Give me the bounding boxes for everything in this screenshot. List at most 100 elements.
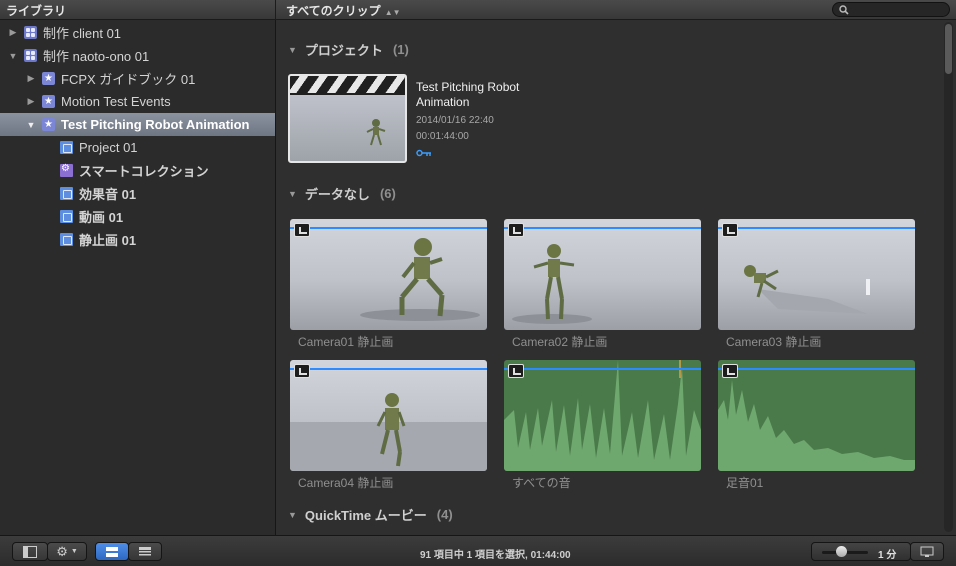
- sidebar-item-label: Motion Test Events: [61, 94, 171, 109]
- clip-type-icon: [722, 364, 738, 378]
- chevron-down-icon: ▼: [70, 548, 78, 555]
- disclosure-triangle-icon[interactable]: ▶: [26, 96, 36, 107]
- sidebar-item-label: 静止画 01: [79, 233, 137, 248]
- clip-type-icon: [508, 364, 524, 378]
- scrollbar-thumb[interactable]: [945, 24, 952, 74]
- keyword-collection-icon: [60, 233, 73, 246]
- clip-label: Camera04 静止画: [298, 476, 394, 490]
- sidebar-item-event-motion-test[interactable]: ▶ ★ Motion Test Events: [0, 90, 275, 113]
- event-star-icon: ★: [42, 118, 55, 131]
- clip-label: 足音01: [726, 476, 764, 490]
- bottom-bar: ⚙ ▼ 91 項目中 1 項目を選択, 01:44:00 1 分: [0, 535, 956, 566]
- popup-arrows-icon: ▲▼: [384, 8, 401, 17]
- list-view-button[interactable]: [128, 542, 162, 561]
- project-duration: 00:01:44:00: [416, 131, 469, 142]
- sidebar-item-event-test-pitching-robot[interactable]: ▼ ★ Test Pitching Robot Animation: [0, 113, 275, 136]
- clip-thumbnail-footsteps[interactable]: [718, 360, 915, 471]
- timeline-usage-bar: [718, 368, 915, 370]
- timeline-usage-bar: [290, 368, 487, 370]
- filmstrip-view-button[interactable]: [95, 542, 129, 561]
- smart-collection-icon: [60, 163, 73, 177]
- sidebar-item-sound-effects[interactable]: 効果音 01: [0, 182, 275, 205]
- disclosure-triangle-icon[interactable]: ▶: [8, 27, 18, 38]
- keyword-collection-icon: [60, 187, 73, 200]
- clip-zoom-control[interactable]: 1 分: [811, 542, 911, 561]
- timeline-usage-bar: [290, 227, 487, 229]
- event-star-icon: ★: [42, 72, 55, 85]
- sidebar-item-label: 制作 client 01: [43, 26, 122, 41]
- sidebar-item-video[interactable]: 動画 01: [0, 205, 275, 228]
- clip-appearance-icon: [920, 546, 934, 557]
- sidebar-item-label: Project 01: [79, 140, 138, 155]
- clip-browser: ▼ プロジェクト (1) Test Pitching Robot Animati…: [276, 20, 956, 535]
- clip-thumbnail-camera03[interactable]: [718, 219, 915, 330]
- clip-type-icon: [508, 223, 524, 237]
- search-icon: [839, 5, 849, 15]
- section-title: プロジェクト: [304, 43, 383, 58]
- clip-type-icon: [294, 223, 310, 237]
- event-star-icon: ★: [42, 95, 55, 108]
- clip-thumbnail-all-sounds[interactable]: [504, 360, 701, 471]
- search-field[interactable]: [832, 2, 950, 17]
- library-sidebar: ▶ 制作 client 01 ▼ 制作 naoto-ono 01 ▶ ★ FCP…: [0, 20, 276, 535]
- sidebar-toggle-icon: [23, 545, 37, 558]
- action-menu-button[interactable]: ⚙ ▼: [47, 542, 87, 561]
- zoom-duration-label: 1 分: [878, 550, 897, 561]
- sidebar-item-project-01[interactable]: Project 01: [0, 136, 275, 159]
- disclosure-triangle-icon[interactable]: ▼: [288, 45, 297, 55]
- disclosure-triangle-icon[interactable]: ▼: [26, 120, 36, 130]
- clip-filter-popup[interactable]: すべてのクリップ ▲▼: [286, 2, 401, 19]
- section-header-projects[interactable]: ▼ プロジェクト (1): [288, 40, 409, 59]
- disclosure-triangle-icon[interactable]: ▼: [288, 189, 297, 199]
- zoom-slider-knob[interactable]: [836, 546, 847, 557]
- clip-thumbnail-camera02[interactable]: [504, 219, 701, 330]
- clip-appearance-button[interactable]: [910, 542, 944, 561]
- robot-figure: [366, 119, 386, 146]
- sidebar-item-label: FCPX ガイドブック 01: [61, 72, 196, 87]
- top-bar: ライブラリ すべてのクリップ ▲▼: [0, 0, 956, 20]
- section-title: データなし: [304, 187, 370, 202]
- sidebar-item-smart-collection[interactable]: スマートコレクション: [0, 159, 275, 182]
- timeline-usage-bar: [718, 227, 915, 229]
- library-icon: [24, 26, 37, 39]
- project-thumbnail[interactable]: [288, 74, 407, 163]
- vertical-scrollbar[interactable]: [944, 22, 953, 532]
- clip-filter-label: すべてのクリップ: [286, 4, 381, 18]
- clip-label: Camera01 静止画: [298, 335, 394, 349]
- audio-waveform: [504, 360, 701, 471]
- keyword-collection-icon: [60, 210, 73, 223]
- sidebar-item-library-client[interactable]: ▶ 制作 client 01: [0, 21, 275, 44]
- gear-icon: ⚙: [56, 543, 68, 559]
- disclosure-triangle-icon[interactable]: ▶: [26, 73, 36, 84]
- pane-divider[interactable]: [275, 0, 276, 20]
- clip-label: Camera03 静止画: [726, 335, 822, 349]
- clip-type-icon: [722, 223, 738, 237]
- toggle-sidebar-button[interactable]: [12, 542, 48, 561]
- libraries-header: ライブラリ: [6, 4, 67, 18]
- section-count: (1): [392, 42, 409, 57]
- timeline-usage-bar: [504, 368, 701, 370]
- clip-thumbnail-camera01[interactable]: [290, 219, 487, 330]
- key-icon: [416, 149, 431, 157]
- sidebar-item-still-images[interactable]: 静止画 01: [0, 228, 275, 251]
- robot-figure: [744, 265, 870, 314]
- clip-type-icon: [294, 364, 310, 378]
- list-view-icon: [139, 546, 151, 555]
- sidebar-item-library-naoto-ono[interactable]: ▼ 制作 naoto-ono 01: [0, 44, 275, 67]
- section-count: (6): [379, 186, 396, 201]
- section-title: QuickTime ムービー: [304, 508, 427, 523]
- clip-thumbnail-camera04[interactable]: [290, 360, 487, 471]
- clapperboard-icon: [290, 76, 405, 95]
- project-info: Test Pitching Robot Animation 2014/01/16…: [416, 80, 546, 160]
- sidebar-item-event-fcpx-guidebook[interactable]: ▶ ★ FCPX ガイドブック 01: [0, 67, 275, 90]
- timeline-usage-bar: [504, 227, 701, 229]
- sidebar-item-label: 効果音 01: [79, 187, 137, 202]
- filmstrip-view-icon: [106, 546, 118, 557]
- section-header-no-data[interactable]: ▼ データなし (6): [288, 184, 396, 203]
- disclosure-triangle-icon[interactable]: ▼: [8, 51, 18, 61]
- disclosure-triangle-icon[interactable]: ▼: [288, 510, 297, 520]
- sidebar-item-label: 動画 01: [79, 210, 124, 225]
- sidebar-item-label: 制作 naoto-ono 01: [43, 49, 150, 64]
- section-header-quicktime[interactable]: ▼ QuickTime ムービー (4): [288, 505, 453, 524]
- robot-figure: [512, 244, 592, 324]
